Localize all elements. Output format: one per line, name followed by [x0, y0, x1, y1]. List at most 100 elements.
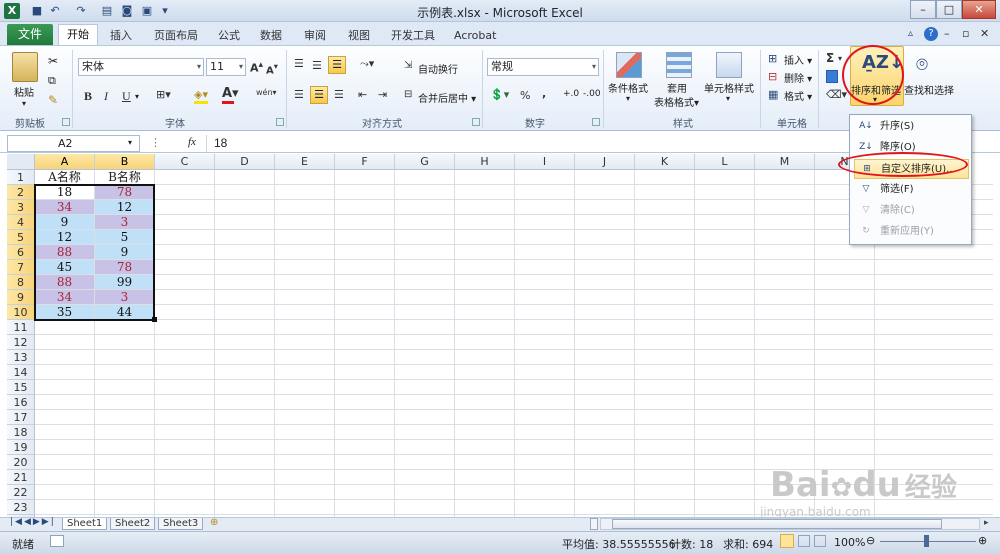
autosum-dropdown-icon[interactable]: ▾	[838, 54, 842, 63]
binoculars-icon[interactable]: ⌾	[916, 52, 928, 76]
normal-view-icon[interactable]	[780, 534, 794, 548]
autosum-button[interactable]: Σ	[826, 51, 834, 65]
tab-acrobat[interactable]: Acrobat	[450, 27, 500, 44]
select-all-corner[interactable]	[7, 154, 35, 170]
row-header-14[interactable]: 14	[7, 365, 35, 380]
format-cells-icon[interactable]: ▦	[768, 88, 778, 101]
tab-split-handle[interactable]	[590, 518, 598, 530]
orientation-icon[interactable]: ⤳▾	[360, 57, 374, 71]
column-header-e[interactable]: E	[275, 154, 335, 170]
align-middle-icon[interactable]: ☰	[312, 59, 322, 72]
font-name-select[interactable]: 宋体 ▾	[78, 58, 204, 76]
align-left-icon[interactable]: ☰	[294, 88, 304, 101]
find-select-button[interactable]: 查找和选择	[904, 82, 954, 97]
zoom-slider-thumb[interactable]	[924, 535, 929, 547]
tab-home[interactable]: 开始	[58, 24, 98, 46]
shrink-font-button[interactable]: A▾	[266, 61, 278, 76]
format-painter-icon[interactable]: ✎	[48, 93, 58, 107]
row-header-20[interactable]: 20	[7, 455, 35, 470]
decrease-decimal-button[interactable]: -.00	[583, 89, 601, 99]
conditional-format-icon[interactable]	[616, 52, 642, 78]
alignment-launcher-icon[interactable]	[472, 118, 480, 126]
grow-font-button[interactable]: A▴	[250, 59, 263, 75]
row-header-5[interactable]: 5	[7, 230, 35, 245]
clipboard-launcher-icon[interactable]	[62, 118, 70, 126]
tab-page-layout[interactable]: 页面布局	[150, 27, 202, 44]
table-format-line1[interactable]: 套用	[667, 80, 687, 95]
merge-center-button[interactable]: 合并后居中 ▾	[418, 90, 476, 105]
close-button[interactable]: ✕	[962, 0, 996, 19]
clear-icon[interactable]: ⌫▾	[826, 88, 847, 101]
conditional-format-button[interactable]: 条件格式	[608, 80, 648, 95]
fill-handle[interactable]	[152, 317, 157, 322]
align-right-icon[interactable]: ☰	[334, 88, 344, 101]
column-header-k[interactable]: K	[635, 154, 695, 170]
row-header-13[interactable]: 13	[7, 350, 35, 365]
row-header-11[interactable]: 11	[7, 320, 35, 335]
doc-min-icon[interactable]: –	[944, 27, 950, 40]
menu-item-reapply[interactable]: ↻ 重新应用(Y)	[854, 222, 969, 242]
row-header-16[interactable]: 16	[7, 395, 35, 410]
column-header-g[interactable]: G	[395, 154, 455, 170]
insert-cells-button[interactable]: 插入 ▾	[784, 52, 812, 67]
row-header-17[interactable]: 17	[7, 410, 35, 425]
copy-icon[interactable]: ⧉	[48, 74, 56, 88]
row-header-23[interactable]: 23	[7, 500, 35, 515]
underline-dropdown-icon[interactable]: ▾	[135, 92, 139, 101]
menu-item-filter[interactable]: ▽ 筛选(F)	[854, 180, 969, 200]
header-cell-a[interactable]: A名称	[35, 170, 94, 184]
column-header-j[interactable]: J	[575, 154, 635, 170]
merge-center-icon[interactable]: ⊟	[404, 89, 412, 100]
underline-button[interactable]: U	[122, 89, 131, 104]
scroll-right-icon[interactable]: ▸	[984, 518, 989, 528]
table-format-icon[interactable]	[666, 52, 692, 78]
insert-sheet-icon[interactable]: ⊕	[210, 517, 218, 528]
row-header-18[interactable]: 18	[7, 425, 35, 440]
row-header-4[interactable]: 4	[7, 215, 35, 230]
cut-icon[interactable]: ✂	[48, 54, 58, 68]
formula-input[interactable]: 18	[214, 136, 227, 150]
column-header-i[interactable]: I	[515, 154, 575, 170]
file-tab[interactable]: 文件	[7, 24, 53, 45]
increase-indent-icon[interactable]: ⇥	[378, 88, 387, 101]
page-layout-view-icon[interactable]	[798, 535, 810, 547]
font-size-select[interactable]: 11 ▾	[206, 58, 246, 76]
macro-record-icon[interactable]	[50, 535, 64, 547]
increase-decimal-button[interactable]: +.0	[563, 89, 579, 99]
row-header-22[interactable]: 22	[7, 485, 35, 500]
row-header-7[interactable]: 7	[7, 260, 35, 275]
number-launcher-icon[interactable]	[592, 118, 600, 126]
paste-button[interactable]: 粘贴	[14, 84, 34, 99]
fill-icon[interactable]	[826, 70, 838, 83]
tab-formulas[interactable]: 公式	[214, 27, 244, 44]
comma-button[interactable]: ,	[542, 87, 546, 100]
italic-button[interactable]: I	[104, 89, 108, 104]
row-header-12[interactable]: 12	[7, 335, 35, 350]
column-header-a[interactable]: A	[35, 154, 95, 170]
cell-styles-button[interactable]: 单元格样式	[704, 80, 754, 95]
cell-styles-icon[interactable]	[716, 52, 742, 78]
bold-button[interactable]: B	[84, 89, 92, 104]
tab-review[interactable]: 审阅	[300, 27, 330, 44]
row-header-19[interactable]: 19	[7, 440, 35, 455]
column-header-m[interactable]: M	[755, 154, 815, 170]
row-header-6[interactable]: 6	[7, 245, 35, 260]
tab-data[interactable]: 数据	[256, 27, 286, 44]
column-header-c[interactable]: C	[155, 154, 215, 170]
tab-view[interactable]: 视图	[344, 27, 374, 44]
currency-icon[interactable]: 💲▾	[490, 88, 509, 101]
percent-button[interactable]: %	[520, 89, 530, 102]
align-bottom-icon[interactable]: ☰	[328, 56, 346, 74]
sheet-tab-1[interactable]: Sheet1	[62, 518, 108, 530]
paste-icon[interactable]	[12, 52, 38, 82]
doc-restore-icon[interactable]: ▫	[962, 27, 969, 40]
tab-developer[interactable]: 开发工具	[387, 27, 439, 44]
doc-close-icon[interactable]: ✕	[980, 27, 989, 40]
row-header-1[interactable]: 1	[7, 170, 35, 185]
align-center-icon[interactable]: ☰	[310, 86, 328, 104]
row-header-2[interactable]: 2	[7, 185, 35, 200]
column-header-f[interactable]: F	[335, 154, 395, 170]
decrease-indent-icon[interactable]: ⇤	[358, 88, 367, 101]
tab-insert[interactable]: 插入	[106, 27, 136, 44]
font-color-icon[interactable]: A▾	[222, 86, 239, 101]
